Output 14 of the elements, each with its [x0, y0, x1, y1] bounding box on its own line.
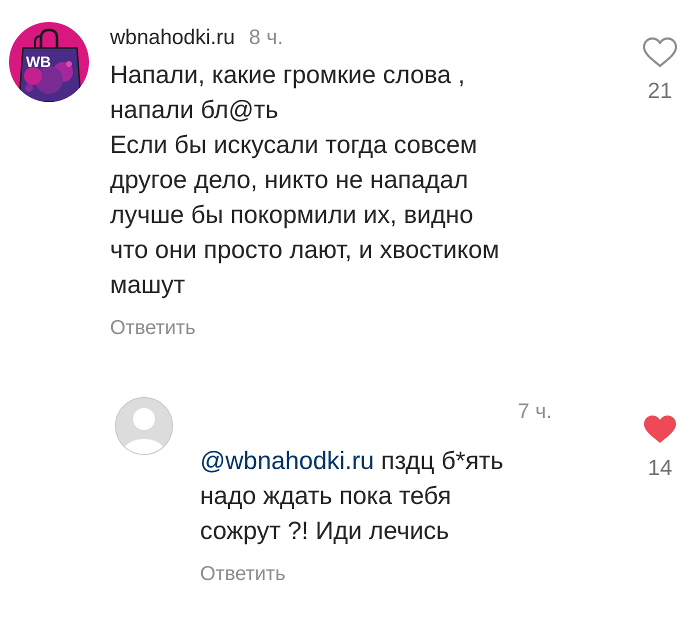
comment-text: @wbnahodki.ru пздц б*ять надо ждать пока тебя сожрут ?! Иди лечись: [200, 446, 504, 547]
timestamp: 8 ч.: [248, 25, 284, 51]
logo-text: WB: [26, 55, 51, 71]
avatar[interactable]: WB: [9, 22, 89, 102]
comment-text: Напали, какие громкие слова , напали бл@ть Если бы искусали тогда совсем другое дело, никто не нападал лучше бы покормили их, видно что они просто лают, и хвостиком машут: [110, 60, 500, 301]
heart-icon[interactable]: [642, 414, 678, 445]
mention-link[interactable]: @wbnahodki.ru: [200, 447, 374, 475]
username[interactable]: wbnahodki.ru: [110, 25, 235, 51]
like-count: 21: [648, 78, 672, 104]
timestamp: 7 ч.: [518, 399, 552, 425]
shopping-bag-icon: [19, 28, 81, 102]
user-avatar-icon[interactable]: [115, 397, 173, 455]
heart-icon[interactable]: [642, 37, 678, 68]
like-count: 14: [648, 455, 672, 481]
